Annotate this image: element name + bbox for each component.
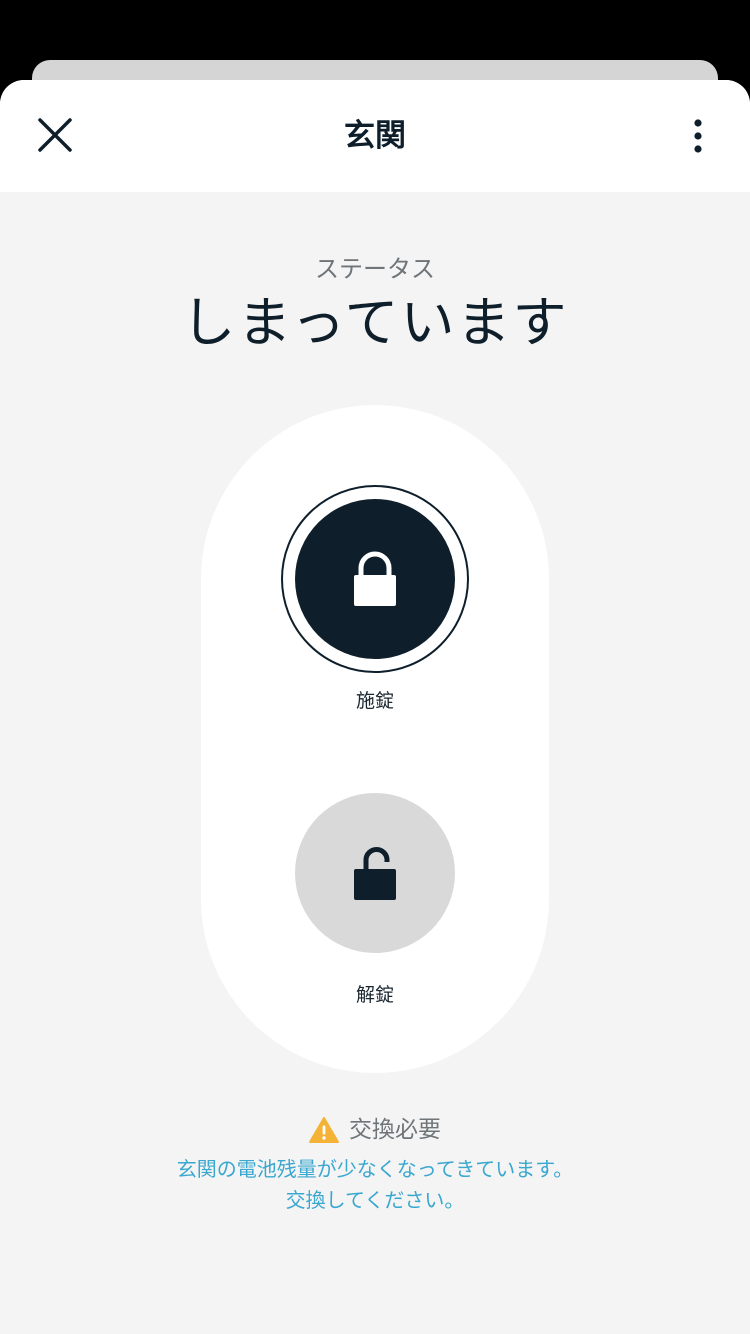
- lock-closed-icon: [354, 551, 396, 606]
- lock-open-icon: [354, 847, 396, 900]
- warning-title: 交換必要: [349, 1117, 441, 1143]
- more-options-button[interactable]: [672, 110, 724, 162]
- more-vertical-icon: [694, 119, 702, 153]
- lock-button-label: 施錠: [355, 690, 394, 712]
- lock-detail-sheet: 玄関 ステータス しまっています 施錠 解錠 交換必要 玄関の電池残量が少なくな…: [0, 80, 750, 1334]
- page-title: 玄関: [344, 118, 406, 154]
- warning-message-line-2: 交換してください。: [285, 1188, 465, 1212]
- header: 玄関: [0, 80, 750, 192]
- status-value: しまっています: [181, 291, 569, 354]
- warning-message-line-1: 玄関の電池残量が少なくなってきています。: [176, 1157, 574, 1181]
- battery-warning-header: 交換必要: [0, 1112, 750, 1148]
- warning-message: 玄関の電池残量が少なくなってきています。 交換してください。: [0, 1154, 750, 1216]
- lock-control-panel: 施錠 解錠: [201, 405, 549, 1073]
- status-label: ステータス: [315, 255, 435, 283]
- lock-button[interactable]: [295, 499, 455, 659]
- unlock-button-label: 解錠: [355, 984, 394, 1006]
- warning-icon: [309, 1117, 339, 1143]
- unlock-button[interactable]: [295, 793, 455, 953]
